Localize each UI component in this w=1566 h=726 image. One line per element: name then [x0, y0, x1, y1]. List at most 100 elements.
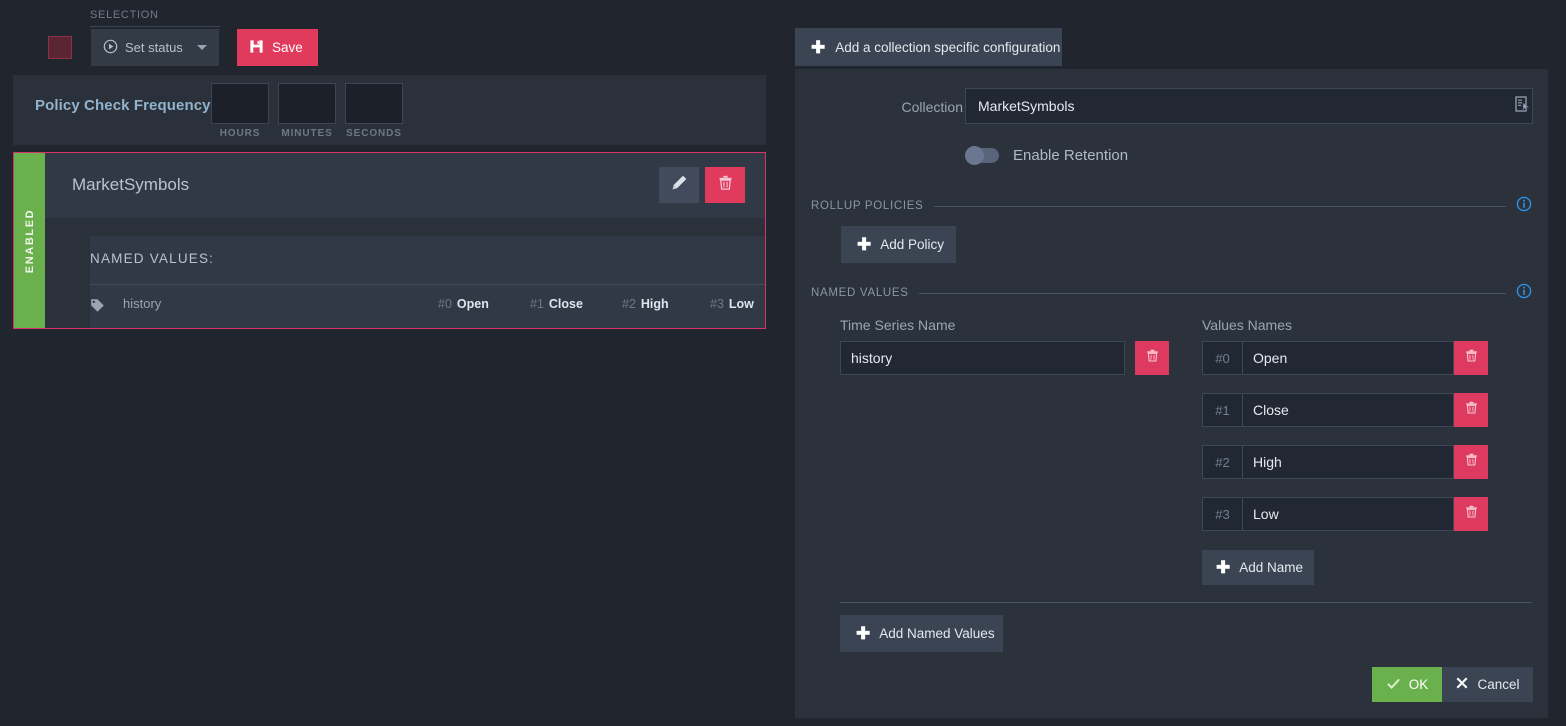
cancel-button[interactable]: Cancel	[1442, 667, 1533, 702]
hours-input[interactable]	[211, 83, 269, 124]
card-value-index-0: #0	[438, 297, 452, 311]
value-name-row-3: #3	[1202, 497, 1488, 531]
add-named-values-label: Add Named Values	[879, 626, 995, 641]
add-name-button[interactable]: ✚ Add Name	[1202, 550, 1314, 585]
value-name-input-2[interactable]	[1242, 445, 1454, 479]
enable-retention-toggle[interactable]	[965, 146, 999, 165]
value-index-1: #1	[1202, 393, 1242, 427]
selection-toolbar: SELECTION Set status Save	[0, 0, 780, 75]
card-named-values-title: NAMED VALUES:	[90, 251, 215, 266]
selection-underline	[90, 26, 220, 27]
card-value-name-0: Open	[456, 297, 489, 311]
add-policy-label: Add Policy	[880, 237, 945, 252]
add-collection-configuration-label: Add a collection specific configuration	[835, 39, 1061, 55]
enable-retention-label: Enable Retention	[1013, 147, 1129, 164]
browse-collection-icon[interactable]	[1514, 96, 1530, 118]
card-value-index-2: #2	[622, 297, 636, 311]
plus-icon: ✚	[811, 37, 826, 57]
collection-input[interactable]	[965, 88, 1533, 124]
delete-value-button-2[interactable]	[1454, 445, 1488, 479]
card-value-chip-0: #0 Open	[438, 297, 489, 311]
policy-check-frequency-bar: Policy Check Frequency HOURS MINUTES SEC…	[13, 75, 766, 145]
delete-collection-button[interactable]	[705, 167, 745, 203]
value-index-0: #0	[1202, 341, 1242, 375]
rollup-policies-divider	[933, 205, 1506, 207]
collection-card[interactable]: ENABLED MarketSymbols NAMED VALUES: hist…	[13, 152, 766, 329]
policy-check-frequency-title: Policy Check Frequency	[35, 97, 211, 114]
values-names-header: Values Names	[1202, 317, 1293, 333]
save-disk-icon	[249, 39, 264, 57]
card-value-chip-1: #1 Close	[530, 297, 583, 311]
value-name-row-1: #1	[1202, 393, 1488, 427]
add-policy-button[interactable]: ✚ Add Policy	[841, 226, 956, 263]
delete-value-button-1[interactable]	[1454, 393, 1488, 427]
trash-icon	[717, 174, 734, 196]
minutes-input[interactable]	[278, 83, 336, 124]
value-name-row-2: #2	[1202, 445, 1488, 479]
seconds-field-group: SECONDS	[345, 83, 403, 139]
enabled-status-label: ENABLED	[23, 208, 36, 273]
value-name-row-0: #0	[1202, 341, 1488, 375]
set-status-label: Set status	[125, 40, 183, 55]
pencil-icon	[671, 174, 688, 196]
value-name-input-3[interactable]	[1242, 497, 1454, 531]
tag-icon	[90, 298, 105, 318]
rollup-policies-section-header: ROLLUP POLICIES	[811, 196, 1532, 217]
trash-icon	[1145, 348, 1160, 368]
time-series-name-header: Time Series Name	[840, 317, 956, 333]
value-name-input-0[interactable]	[1242, 341, 1454, 375]
named-values-label: NAMED VALUES	[811, 287, 909, 299]
value-name-input-1[interactable]	[1242, 393, 1454, 427]
card-named-values-row: history #0 Open #1 Close #2 High #3 Low	[90, 292, 765, 322]
time-series-name-input[interactable]	[840, 341, 1125, 375]
card-value-name-1: Close	[548, 297, 583, 311]
hours-caption: HOURS	[219, 128, 261, 139]
add-collection-configuration-button[interactable]: ✚ Add a collection specific configuratio…	[795, 28, 1062, 66]
card-value-chip-2: #2 High	[622, 297, 669, 311]
ok-label: OK	[1408, 677, 1429, 692]
collection-card-header: MarketSymbols	[45, 153, 765, 218]
named-values-divider	[918, 292, 1506, 294]
card-value-name-2: High	[640, 297, 669, 311]
rollup-policies-info-icon[interactable]	[1516, 196, 1532, 217]
cancel-label: Cancel	[1477, 677, 1520, 692]
card-value-chip-3: #3 Low	[710, 297, 754, 311]
delete-time-series-button[interactable]	[1135, 341, 1169, 375]
enable-retention-row[interactable]: Enable Retention	[965, 146, 1129, 165]
minutes-field-group: MINUTES	[278, 83, 336, 139]
trash-icon	[1464, 504, 1479, 524]
named-values-section-header: NAMED VALUES	[811, 283, 1532, 304]
collection-card-title: MarketSymbols	[72, 175, 190, 194]
collection-field-label: Collection	[901, 99, 963, 115]
close-icon	[1455, 676, 1469, 693]
trash-icon	[1464, 452, 1479, 472]
rollup-policies-label: ROLLUP POLICIES	[811, 200, 924, 212]
selection-label: SELECTION	[90, 9, 159, 21]
card-series-name: history	[123, 296, 162, 311]
named-values-bottom-divider	[840, 602, 1532, 603]
configuration-panel: ✚ Add a collection specific configuratio…	[795, 0, 1548, 718]
named-values-info-icon[interactable]	[1516, 283, 1532, 304]
chevron-down-icon	[197, 45, 207, 50]
left-pane: SELECTION Set status Save Policy Check F…	[0, 0, 795, 726]
ok-button[interactable]: OK	[1372, 667, 1442, 702]
delete-value-button-3[interactable]	[1454, 497, 1488, 531]
card-value-index-3: #3	[710, 297, 724, 311]
seconds-caption: SECONDS	[346, 128, 402, 139]
card-named-values-divider	[90, 284, 765, 285]
status-color-swatch[interactable]	[48, 36, 72, 59]
configuration-panel-body: Collection Enable Retention ROLLUP POLIC…	[795, 69, 1548, 718]
card-named-values-box: NAMED VALUES: history #0 Open #1 Close #…	[90, 236, 765, 328]
delete-value-button-0[interactable]	[1454, 341, 1488, 375]
enabled-status-strip[interactable]: ENABLED	[14, 153, 45, 328]
card-value-index-1: #1	[530, 297, 544, 311]
edit-collection-button[interactable]	[659, 167, 699, 203]
add-name-label: Add Name	[1239, 560, 1304, 575]
seconds-input[interactable]	[345, 83, 403, 124]
play-circle-icon	[103, 39, 118, 57]
save-button[interactable]: Save	[237, 29, 318, 66]
add-named-values-button[interactable]: ✚ Add Named Values	[840, 615, 1003, 652]
plus-icon: ✚	[857, 235, 872, 254]
set-status-button[interactable]: Set status	[91, 29, 219, 66]
value-index-3: #3	[1202, 497, 1242, 531]
